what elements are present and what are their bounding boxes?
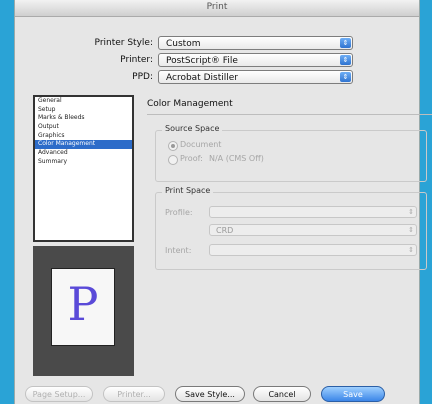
profile-label: Profile: (165, 208, 193, 217)
printer-popup[interactable]: PostScript® File ⇕ (158, 53, 353, 67)
source-space-title: Source Space (162, 124, 223, 133)
printer-button[interactable]: Printer... (103, 386, 165, 402)
divider (147, 114, 432, 115)
proof-value: N/A (CMS Off) (209, 154, 264, 163)
panel-title: Color Management (147, 99, 233, 109)
ppd-label: PPD: (132, 72, 153, 82)
category-list[interactable]: General Setup Marks & Bleeds Output Grap… (33, 95, 134, 242)
printer-style-value: Custom (166, 39, 201, 49)
ppd-popup[interactable]: Acrobat Distiller ⇕ (158, 70, 353, 84)
page-setup-button[interactable]: Page Setup... (25, 386, 93, 402)
window-title: Print (15, 0, 419, 17)
preview-page: P (51, 268, 115, 346)
printer-value: PostScript® File (166, 56, 238, 66)
list-item-summary[interactable]: Summary (35, 158, 132, 167)
save-style-button[interactable]: Save Style... (175, 386, 245, 402)
save-button[interactable]: Save (321, 386, 385, 402)
radio-proof-label: Proof: (180, 154, 203, 163)
list-item-advanced[interactable]: Advanced (35, 149, 132, 158)
printer-label: Printer: (120, 55, 153, 65)
radio-document-label: Document (180, 140, 222, 149)
print-dialog: Print Printer Style: Custom ⇕ Printer: P… (14, 0, 432, 404)
profile-popup[interactable]: ⇕ (209, 206, 417, 218)
preview-letter: P (67, 277, 99, 331)
ppd-value: Acrobat Distiller (166, 73, 238, 83)
updown-arrows-icon: ⇕ (408, 208, 414, 216)
list-item-color-management[interactable]: Color Management (35, 140, 132, 150)
radio-proof[interactable] (168, 155, 178, 165)
updown-arrows-icon: ⇕ (408, 226, 414, 234)
updown-arrows-icon: ⇕ (408, 246, 414, 254)
printer-style-popup[interactable]: Custom ⇕ (158, 36, 353, 50)
updown-arrows-icon: ⇕ (340, 55, 351, 65)
list-item-output[interactable]: Output (35, 123, 132, 132)
printer-style-label: Printer Style: (94, 38, 153, 48)
cancel-button[interactable]: Cancel (253, 386, 311, 402)
updown-arrows-icon: ⇕ (340, 38, 351, 48)
print-space-title: Print Space (162, 186, 214, 195)
crd-popup[interactable]: CRD ⇕ (209, 224, 417, 236)
list-item-setup[interactable]: Setup (35, 106, 132, 115)
page-preview: P (33, 246, 134, 376)
list-item-marks-bleeds[interactable]: Marks & Bleeds (35, 114, 132, 123)
list-item-graphics[interactable]: Graphics (35, 132, 132, 141)
list-item-general[interactable]: General (35, 97, 132, 106)
radio-document[interactable] (168, 141, 178, 151)
intent-label: Intent: (165, 246, 192, 255)
intent-popup[interactable]: ⇕ (209, 244, 417, 256)
updown-arrows-icon: ⇕ (340, 72, 351, 82)
crd-value: CRD (216, 226, 234, 235)
